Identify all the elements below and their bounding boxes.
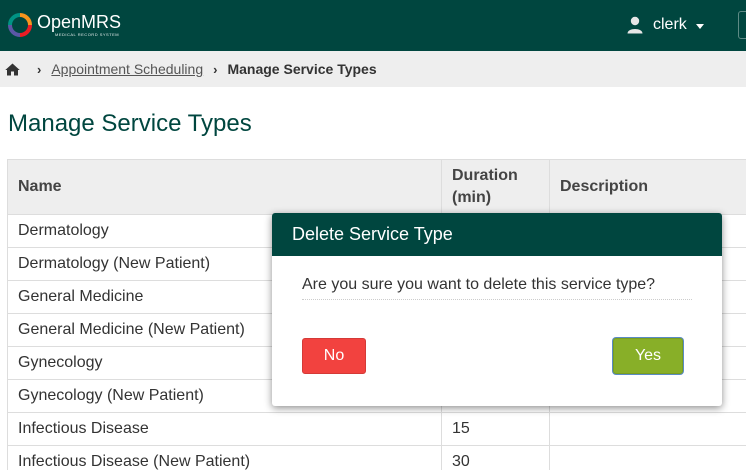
user-menu[interactable]: clerk: [627, 13, 704, 37]
no-button[interactable]: No: [302, 338, 366, 374]
chevron-down-icon: [695, 23, 704, 29]
cell-name: Infectious Disease: [7, 412, 442, 446]
app-name: OpenMRS: [37, 12, 122, 32]
dialog-title: Delete Service Type: [272, 213, 722, 256]
app-tagline: MEDICAL RECORD SYSTEM: [55, 32, 120, 37]
breadcrumb-appointment-scheduling[interactable]: Appointment Scheduling: [51, 61, 203, 77]
cell-duration: 15: [441, 412, 550, 446]
user-name: clerk: [653, 16, 687, 33]
table-row: Infectious Disease (New Patient) 30: [7, 445, 746, 470]
cell-description: [549, 445, 746, 470]
column-header-duration[interactable]: Duration (min): [441, 159, 550, 215]
cell-name: Infectious Disease (New Patient): [7, 445, 442, 470]
table-header-row: Name Duration (min) Description: [7, 159, 746, 215]
column-header-name[interactable]: Name: [7, 159, 442, 215]
user-icon: [627, 16, 643, 34]
chevron-right-icon: ›: [37, 61, 42, 77]
yes-button[interactable]: Yes: [613, 338, 683, 374]
delete-service-type-dialog: Delete Service Type Are you sure you wan…: [272, 213, 722, 406]
openmrs-logo[interactable]: OpenMRS MEDICAL RECORD SYSTEM: [8, 10, 121, 40]
top-navbar: OpenMRS MEDICAL RECORD SYSTEM clerk: [0, 0, 746, 51]
cell-duration: 30: [441, 445, 550, 470]
dialog-message: Are you sure you want to delete this ser…: [302, 276, 692, 300]
home-icon[interactable]: [5, 63, 20, 76]
table-row: Infectious Disease 15: [7, 412, 746, 446]
page-title: Manage Service Types: [8, 110, 252, 137]
cell-description: [549, 412, 746, 446]
chevron-right-icon: ›: [213, 61, 218, 77]
breadcrumb-current: Manage Service Types: [227, 61, 377, 77]
column-header-description[interactable]: Description: [549, 159, 746, 215]
logout-button[interactable]: [738, 11, 746, 39]
openmrs-logo-icon: [8, 13, 32, 37]
breadcrumb: › Appointment Scheduling › Manage Servic…: [0, 51, 746, 87]
